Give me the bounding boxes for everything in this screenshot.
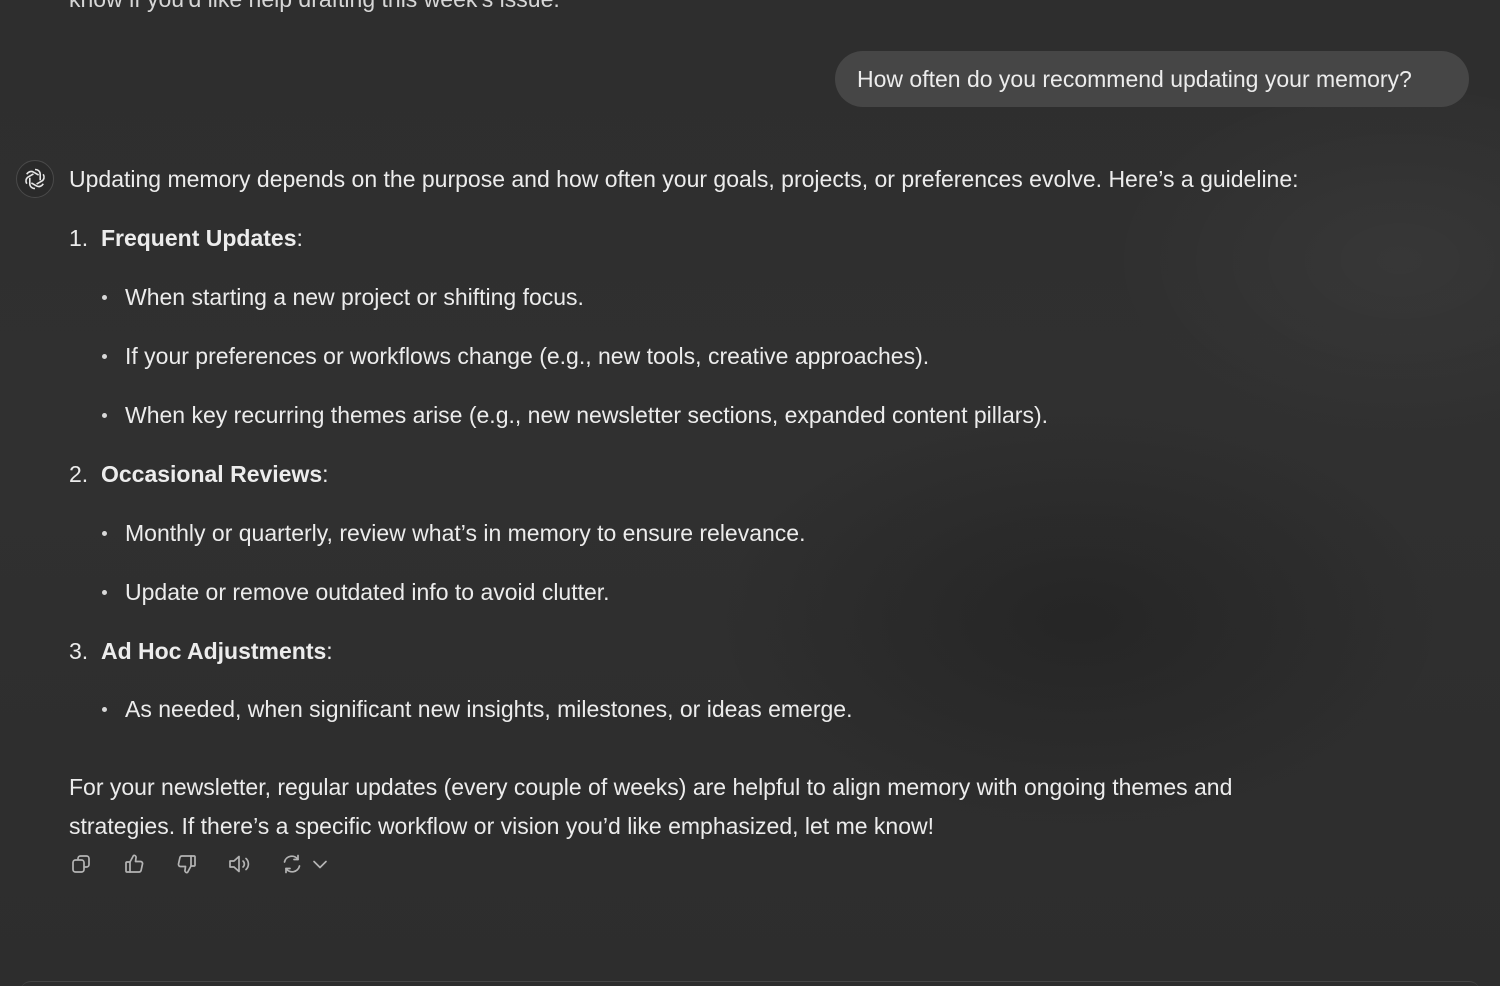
model-switch-dropdown[interactable] (306, 850, 334, 878)
list-item: When starting a new project or shifting … (125, 284, 584, 310)
read-aloud-icon (229, 855, 250, 873)
list-item: When key recurring themes arise (e.g., n… (125, 402, 1048, 428)
openai-logo-icon (25, 168, 45, 190)
list-item: Monthly or quarterly, review what’s in m… (125, 520, 806, 546)
list-item: If your preferences or workflows change … (125, 343, 930, 369)
list-item: As needed, when significant new insights… (125, 696, 853, 722)
chevron-down-icon (313, 860, 327, 869)
list-number: 2. (69, 461, 89, 487)
regenerate-button[interactable] (277, 850, 307, 878)
previous-message-fragment: know if you'd like help drafting this we… (69, 0, 560, 13)
list-number: 1. (69, 225, 89, 251)
good-response-button[interactable] (119, 850, 149, 878)
regenerate-icon (283, 854, 301, 874)
user-message-text: How often do you recommend updating your… (857, 65, 1412, 92)
chat-view: know if you'd like help drafting this we… (0, 0, 1500, 986)
bullet-dot (102, 295, 107, 300)
section-title: Ad Hoc Adjustments (100, 638, 327, 664)
bullet-dot (102, 590, 107, 595)
list-item-heading: 1. Frequent Updates: (69, 223, 303, 253)
list-item-heading: 2. Occasional Reviews: (69, 459, 329, 489)
user-message-bubble: How often do you recommend updating your… (835, 51, 1469, 107)
closing-paragraph-line-1: For your newsletter, regular updates (ev… (69, 774, 1233, 800)
assistant-intro: Updating memory depends on the purpose a… (69, 166, 1299, 192)
composer-top-edge (20, 981, 1480, 986)
read-aloud-button[interactable] (225, 850, 255, 878)
assistant-avatar (16, 160, 54, 198)
section-title: Frequent Updates (100, 225, 297, 251)
bullet-dot (102, 413, 107, 418)
bullet-dot (102, 354, 107, 359)
section-colon: : (296, 225, 303, 251)
thumbs-up-icon (125, 854, 144, 873)
bad-response-button[interactable] (172, 850, 202, 878)
bullet-dot (102, 531, 107, 536)
copy-button[interactable] (66, 850, 96, 878)
closing-paragraph-line-2: strategies. If there’s a specific workfl… (69, 813, 935, 839)
section-colon: : (322, 461, 329, 487)
copy-icon (72, 855, 90, 873)
bullet-dot (102, 707, 107, 712)
list-number: 3. (69, 638, 89, 664)
section-colon: : (326, 638, 333, 664)
list-item: Update or remove outdated info to avoid … (125, 579, 610, 605)
list-item-heading: 3. Ad Hoc Adjustments: (69, 636, 333, 666)
thumbs-down-icon (177, 855, 196, 874)
section-title: Occasional Reviews (100, 461, 323, 487)
